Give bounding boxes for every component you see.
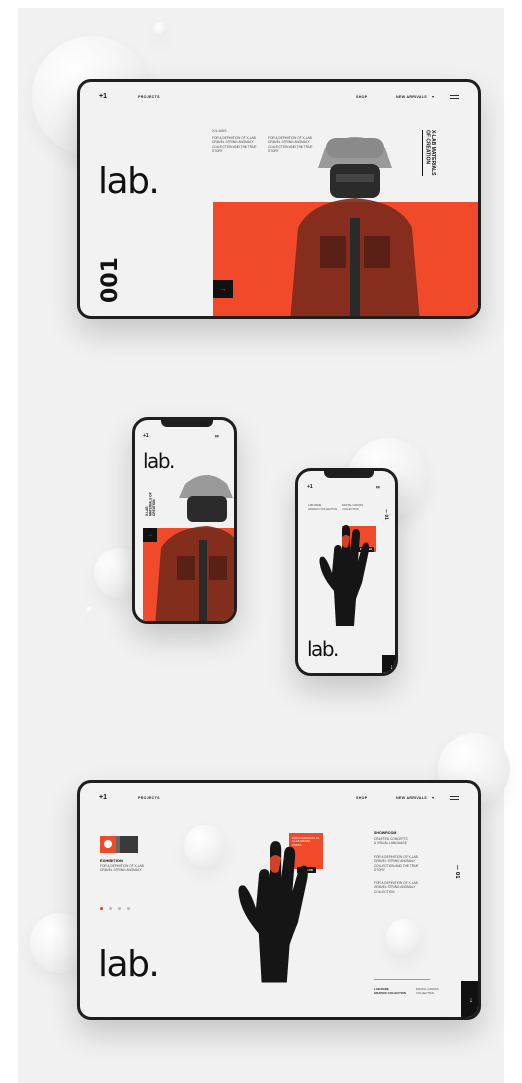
slider-dot[interactable] (109, 907, 112, 910)
arrow-down-icon: ↓ (389, 663, 394, 671)
footer-right-text: DIGITAL CANVAS COLLECTION (416, 987, 439, 996)
nav-new-arrivals-dropdown[interactable]: NEW ARRIVALS ▼ (396, 796, 435, 800)
brand-logo[interactable]: +1 (99, 794, 107, 801)
model-photo (155, 475, 234, 621)
title-rule (422, 130, 423, 176)
brand-logo[interactable]: +1 (99, 93, 107, 100)
nav-shop-link[interactable]: SHOP (356, 796, 367, 800)
lab-logo: lab. (98, 944, 160, 985)
arrow-right-icon: → (219, 285, 227, 293)
hero-footer-note: X-LAB/1987 (386, 310, 402, 314)
scroll-down-button[interactable]: ↓ (461, 981, 478, 1017)
hero-text-left: FOR A DEFINITION OF X-LAB GRAVEL STRING … (212, 136, 257, 153)
hero-vertical-title: X-LAB MATERIALS OF CREATION (424, 130, 437, 176)
nav-new-arrivals-label: NEW ARRIVALS (396, 95, 427, 99)
slide-number: — 01 (384, 509, 389, 520)
exhibition-text: FOR A DEFINITION OF X-LAB GRAVEL STRING … (100, 864, 144, 873)
phone-col-right: DIGITAL CANVAS COLLECTION (342, 504, 363, 512)
showroom-text-1: FOR A DEFINITION OF X-LAB GRAVEL STRING … (374, 855, 419, 872)
phone-notch (324, 471, 374, 478)
tablet-hero-mockup: +1 PROJECTS SHOP NEW ARRIVALS ▼ lab. 001… (77, 79, 481, 319)
nav-projects-link[interactable]: PROJECTS (138, 796, 160, 800)
status-indicator: ▮▮ (376, 485, 380, 489)
lab-logo: lab. (98, 161, 160, 202)
play-icon (104, 840, 112, 848)
phone-glove-mockup: +1 ▮▮ LAB MADE GRAPHIC COLLECTION DIGITA… (295, 468, 398, 676)
arrow-down-icon: ↓ (469, 996, 473, 1004)
exhibition-thumbnail[interactable] (100, 836, 138, 853)
decor-bubble (386, 919, 422, 955)
slider-dot-active[interactable] (100, 907, 103, 910)
phone-col-left: LAB MADE GRAPHIC COLLECTION (308, 504, 338, 512)
menu-icon[interactable] (450, 796, 459, 800)
phone-notch (161, 420, 213, 427)
phone-scroll-down-button[interactable]: ↓ (382, 655, 395, 673)
collection-number: 001 (98, 257, 123, 303)
phone-hero-mockup: +1 ▮▮ lab. X-LAB MATERIALS OF CREATION → (132, 417, 237, 624)
nav-new-arrivals-dropdown[interactable]: NEW ARRIVALS ▼ (396, 95, 435, 99)
footer-rule (374, 979, 430, 980)
footer-left-text: LAB MADE GRAPHIC COLLECTION (374, 987, 406, 996)
model-photo (290, 137, 420, 316)
status-indicator: ▮▮ (215, 434, 219, 438)
brand-logo[interactable]: +1 (143, 433, 149, 439)
slider-dot[interactable] (127, 907, 130, 910)
menu-icon[interactable] (450, 95, 459, 99)
slide-number: — 01 (454, 865, 460, 879)
showroom-heading: SHOWROOM (374, 831, 397, 835)
decor-bubble (86, 606, 94, 614)
hero-tag: X/LABS (212, 128, 227, 133)
glove-image (319, 525, 369, 626)
tablet-glove-mockup: +1 PROJECTS SHOP NEW ARRIVALS ▼ EXHIBITI… (77, 780, 481, 1020)
glove-image (238, 841, 308, 983)
nav-new-arrivals-label: NEW ARRIVALS (396, 796, 427, 800)
slider-dot[interactable] (118, 907, 121, 910)
decor-bubble (184, 825, 226, 867)
hero-next-button[interactable]: → (213, 280, 233, 298)
nav-shop-link[interactable]: SHOP (356, 95, 367, 99)
thumbnail-photo (120, 836, 138, 853)
exhibition-title: EXHIBITION (100, 858, 123, 863)
showroom-text-2: FOR A DEFINITION OF X-LAB GRAVEL STRING … (374, 881, 418, 894)
chevron-down-icon: ▼ (431, 796, 436, 800)
chevron-down-icon: ▼ (431, 95, 436, 99)
brand-logo[interactable]: +1 (307, 484, 313, 490)
arrow-right-icon: → (147, 532, 153, 538)
showroom-sub: CRAFTED CONCEPTS & VISUAL LANGUAGE (374, 837, 408, 846)
decor-bubble (153, 22, 167, 36)
nav-projects-link[interactable]: PROJECTS (138, 95, 160, 99)
phone-next-button[interactable]: → (143, 528, 157, 542)
presentation-canvas: +1 PROJECTS SHOP NEW ARRIVALS ▼ lab. 001… (18, 8, 510, 1083)
lab-logo: lab. (307, 637, 339, 661)
